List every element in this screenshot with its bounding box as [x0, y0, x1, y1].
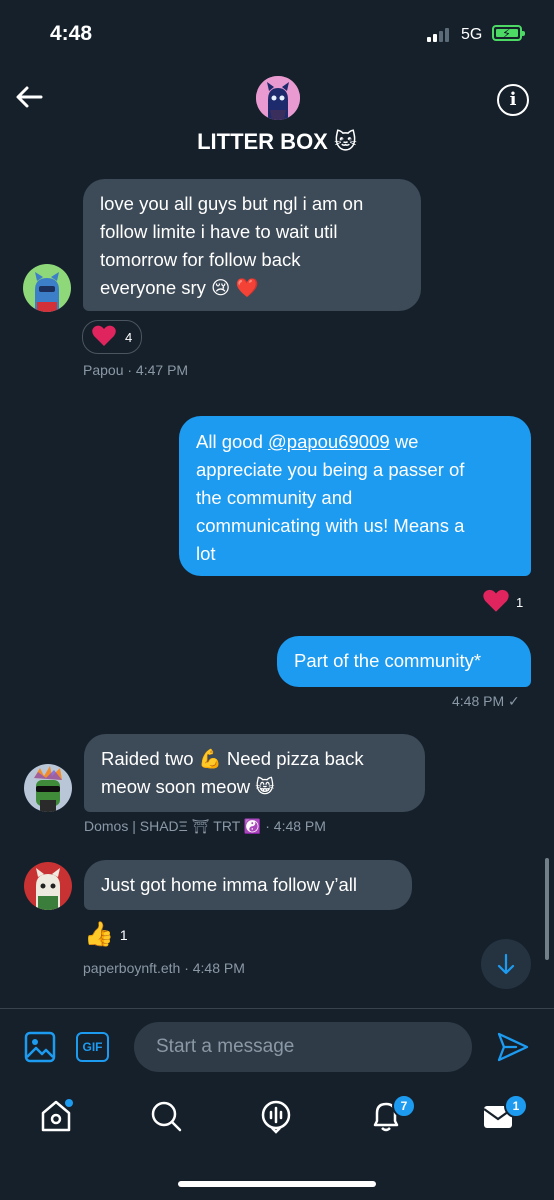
sender-name[interactable]: paperboynft.eth: [83, 960, 180, 976]
avatar[interactable]: [23, 264, 71, 312]
reaction-count: 4: [125, 329, 133, 345]
message-text: lot: [196, 543, 216, 564]
home-indicator: [178, 1181, 376, 1187]
message-bubble[interactable]: Just got home imma follow y’all: [84, 860, 412, 910]
home-icon[interactable]: [38, 1098, 74, 1134]
message-bubble[interactable]: Part of the community*: [277, 636, 531, 687]
avatar[interactable]: [24, 764, 72, 812]
message-text: tomorrow for follow back: [100, 249, 301, 270]
search-icon[interactable]: [148, 1098, 184, 1134]
message-bubble[interactable]: All good @papou69009 we appreciate you b…: [179, 416, 531, 576]
divider: [0, 1008, 554, 1009]
gif-button[interactable]: GIF: [76, 1032, 109, 1062]
message-time: 4:48 PM: [452, 693, 505, 709]
battery-icon: ⚡: [492, 25, 525, 41]
reaction-count: 1: [516, 595, 524, 610]
scroll-to-bottom-button[interactable]: [481, 939, 531, 989]
message-bubble[interactable]: love you all guys but ngl i am on follow…: [83, 179, 421, 311]
mention-link[interactable]: @papou69009: [268, 431, 390, 452]
message-text: everyone sry 😢 ❤️: [100, 277, 259, 298]
network-label: 5G: [461, 26, 483, 43]
heart-reaction-icon: [482, 588, 510, 617]
message-text: love you all guys but ngl i am on: [100, 193, 364, 214]
notifications-badge: 7: [392, 1094, 416, 1118]
reaction[interactable]: 1: [482, 588, 523, 617]
message-text: follow limite i have to wait util: [100, 221, 338, 242]
scrollbar[interactable]: [545, 858, 549, 960]
reaction-pill[interactable]: 4: [82, 320, 142, 354]
thumbs-up-reaction-icon: 👍: [84, 921, 114, 948]
group-avatar[interactable]: [256, 76, 300, 120]
message-bubble[interactable]: Raided two 💪 Need pizza back meow soon m…: [84, 734, 425, 812]
sender-name[interactable]: Papou: [83, 362, 123, 378]
info-icon[interactable]: i: [497, 84, 529, 116]
reaction-count: 1: [119, 927, 128, 943]
send-icon[interactable]: [496, 1031, 530, 1063]
arrow-down-icon: [497, 953, 515, 975]
message-meta: Papou · 4:47 PM: [83, 362, 188, 378]
heart-reaction-icon: [91, 324, 117, 351]
conversation-title[interactable]: LITTER BOX 🐱: [0, 129, 554, 155]
message-meta: paperboynft.eth · 4:48 PM: [83, 960, 245, 976]
message-text: All good @papou69009 we: [196, 431, 419, 452]
reaction[interactable]: 👍 1: [84, 922, 128, 948]
message-input[interactable]: [134, 1022, 472, 1072]
message-text: Just got home imma follow y’all: [101, 874, 358, 895]
sender-name[interactable]: Domos | SHADΞ ⛩ TRT ☯️: [84, 818, 261, 834]
sent-status-icon: ✓: [508, 693, 520, 709]
message-meta: 4:48 PM ✓: [452, 693, 520, 710]
message-time: · 4:48 PM: [265, 818, 326, 834]
spaces-icon[interactable]: [258, 1098, 294, 1134]
message-time: · 4:48 PM: [184, 960, 245, 976]
message-meta: Domos | SHADΞ ⛩ TRT ☯️ · 4:48 PM: [84, 818, 326, 835]
message-text: communicating with us! Means a: [196, 515, 465, 536]
message-text: Raided two 💪 Need pizza back: [101, 748, 364, 769]
message-text: appreciate you being a passer of: [196, 459, 465, 480]
status-time: 4:48: [50, 22, 93, 45]
back-arrow-icon[interactable]: [14, 82, 44, 112]
message-time: · 4:47 PM: [127, 362, 189, 378]
messages-badge: 1: [504, 1094, 528, 1118]
message-text: meow soon meow 😸: [101, 776, 275, 797]
message-text: Part of the community*: [294, 650, 482, 671]
image-icon[interactable]: [24, 1031, 56, 1063]
signal-icon: [427, 26, 449, 42]
avatar[interactable]: [24, 862, 72, 910]
message-text: the community and: [196, 487, 353, 508]
